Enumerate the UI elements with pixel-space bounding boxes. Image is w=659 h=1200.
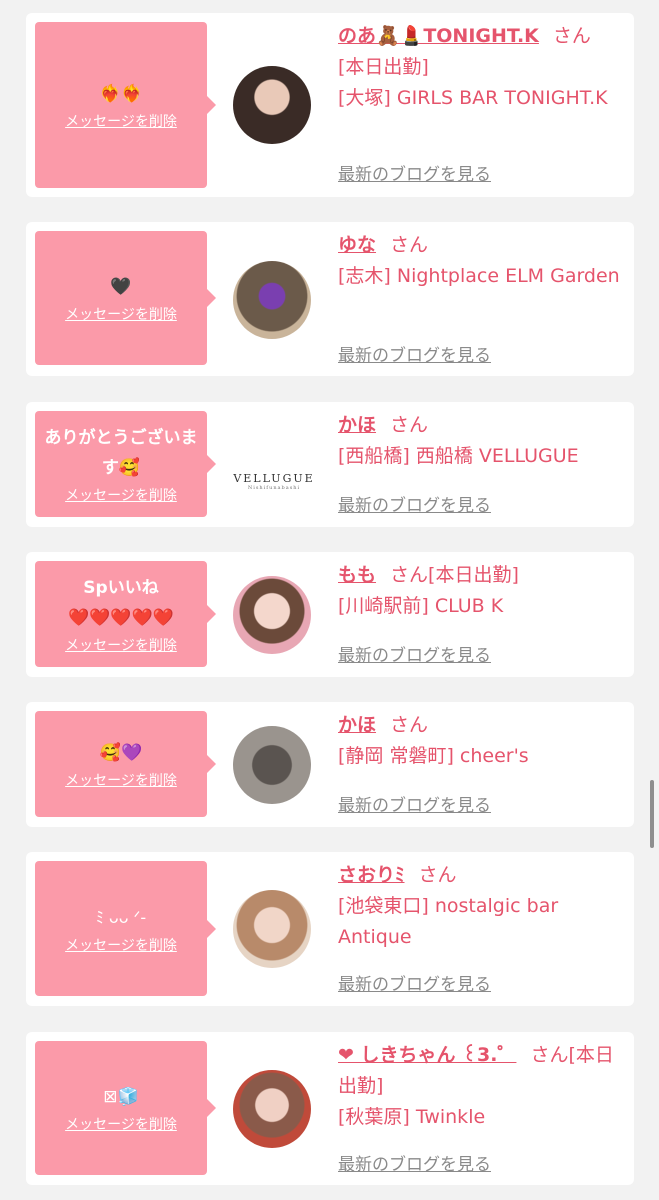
list-item: 🖤 メッセージを削除 ゆな さん [志木] Nightplace ELM Gard… [26, 222, 634, 376]
honorific: さん [390, 234, 429, 256]
user-name-link[interactable]: ゆな [338, 234, 376, 256]
user-info: さおりﾐ さん [池袋東口] nostalgic bar Antique [338, 860, 628, 953]
message-text: ありがとうございます🥰 [44, 428, 198, 478]
list-item: ⊠🧊 メッセージを削除 ❤ しきちゃん ꒰3.゜ さん[本日出勤] [秋葉原] T… [26, 1032, 634, 1185]
user-name-link[interactable]: かほ [338, 414, 376, 436]
latest-blog-link[interactable]: 最新のブログを見る [338, 491, 491, 516]
work-status: [本日出勤] [428, 564, 519, 586]
store-logo-subtext: Nishifunabashi [247, 485, 301, 491]
honorific: さん [390, 414, 429, 436]
avatar[interactable] [233, 576, 311, 654]
honorific: さん [418, 864, 457, 886]
message-bubble: ﾐ ᴗᴗ ᐟ- メッセージを削除 [35, 861, 216, 996]
message-bubble: ⊠🧊 メッセージを削除 [35, 1041, 216, 1175]
store-name: [川崎駅前] CLUB K [338, 595, 504, 617]
message-text: 🖤 [110, 277, 132, 297]
user-info: ゆな さん [志木] Nightplace ELM Garden [338, 230, 628, 292]
latest-blog-link[interactable]: 最新のブログを見る [338, 791, 491, 816]
list-item: ありがとうございます🥰 メッセージを削除 VELLUGUE Nishifunab… [26, 402, 634, 527]
store-name: [秋葉原] Twinkle [338, 1106, 486, 1128]
message-text: ❤️‍🔥❤️‍🔥 [99, 84, 143, 104]
latest-blog-link[interactable]: 最新のブログを見る [338, 1150, 491, 1175]
avatar[interactable] [233, 726, 311, 804]
user-info: もも さん[本日出勤] [川崎駅前] CLUB K [338, 560, 628, 622]
latest-blog-link[interactable]: 最新のブログを見る [338, 970, 491, 995]
avatar[interactable] [233, 890, 311, 968]
store-name: [池袋東口] nostalgic bar Antique [338, 895, 559, 948]
user-name-link[interactable]: もも [338, 564, 376, 586]
honorific: さん [530, 1044, 569, 1066]
list-item: ❤️‍🔥❤️‍🔥 メッセージを削除 のあ🧸💄TONIGHT.K さん [本日出勤]… [26, 13, 634, 197]
store-logo-text: VELLUGUE [233, 472, 315, 485]
avatar[interactable] [233, 66, 311, 144]
message-text: ⊠🧊 [103, 1087, 139, 1107]
delete-message-button[interactable]: メッセージを削除 [65, 935, 177, 955]
delete-message-button[interactable]: メッセージを削除 [65, 1114, 177, 1134]
store-name: [大塚] GIRLS BAR TONIGHT.K [338, 87, 608, 109]
avatar[interactable] [233, 261, 311, 339]
honorific: さん [552, 25, 591, 47]
message-bubble: 🖤 メッセージを削除 [35, 231, 216, 365]
user-info: のあ🧸💄TONIGHT.K さん [本日出勤] [大塚] GIRLS BAR TO… [338, 21, 628, 114]
delete-message-button[interactable]: メッセージを削除 [65, 770, 177, 790]
message-text: 🥰💜 [99, 743, 143, 763]
message-bubble: 🥰💜 メッセージを削除 [35, 711, 216, 817]
user-info: かほ さん [静岡 常磐町] cheer's [338, 710, 628, 772]
delete-message-button[interactable]: メッセージを削除 [65, 111, 177, 131]
latest-blog-link[interactable]: 最新のブログを見る [338, 160, 491, 185]
honorific: さん [390, 564, 429, 586]
store-name: [西船橋] 西船橋 VELLUGUE [338, 445, 579, 467]
list-item: ﾐ ᴗᴗ ᐟ- メッセージを削除 さおりﾐ さん [池袋東口] nostalgic… [26, 852, 634, 1006]
message-text: Spいいね ❤️❤️❤️❤️❤️ [68, 578, 174, 628]
message-bubble: ❤️‍🔥❤️‍🔥 メッセージを削除 [35, 22, 216, 188]
store-logo[interactable]: VELLUGUE Nishifunabashi [224, 472, 324, 491]
store-name: [志木] Nightplace ELM Garden [338, 265, 620, 287]
work-status: [本日出勤] [338, 56, 429, 78]
latest-blog-link[interactable]: 最新のブログを見る [338, 641, 491, 666]
latest-blog-link[interactable]: 最新のブログを見る [338, 341, 491, 366]
user-name-link[interactable]: さおりﾐ [338, 864, 405, 886]
delete-message-button[interactable]: メッセージを削除 [65, 635, 177, 655]
user-name-link[interactable]: かほ [338, 714, 376, 736]
user-name-link[interactable]: のあ🧸💄TONIGHT.K [338, 25, 539, 47]
store-name: [静岡 常磐町] cheer's [338, 745, 529, 767]
message-bubble: ありがとうございます🥰 メッセージを削除 [35, 411, 216, 517]
avatar[interactable] [233, 1070, 311, 1148]
list-item: 🥰💜 メッセージを削除 かほ さん [静岡 常磐町] cheer's 最新のブログ… [26, 702, 634, 827]
delete-message-button[interactable]: メッセージを削除 [65, 485, 177, 505]
message-text: ﾐ ᴗᴗ ᐟ- [95, 907, 147, 927]
scrollbar[interactable] [650, 780, 654, 848]
list-item: Spいいね ❤️❤️❤️❤️❤️ メッセージを削除 もも さん[本日出勤] [川崎… [26, 552, 634, 677]
user-info: ❤ しきちゃん ꒰3.゜ さん[本日出勤] [秋葉原] Twinkle [338, 1040, 628, 1133]
delete-message-button[interactable]: メッセージを削除 [65, 304, 177, 324]
user-info: かほ さん [西船橋] 西船橋 VELLUGUE [338, 410, 628, 472]
user-name-link[interactable]: ❤ しきちゃん ꒰3.゜ [338, 1044, 516, 1066]
honorific: さん [390, 714, 429, 736]
message-bubble: Spいいね ❤️❤️❤️❤️❤️ メッセージを削除 [35, 561, 216, 667]
